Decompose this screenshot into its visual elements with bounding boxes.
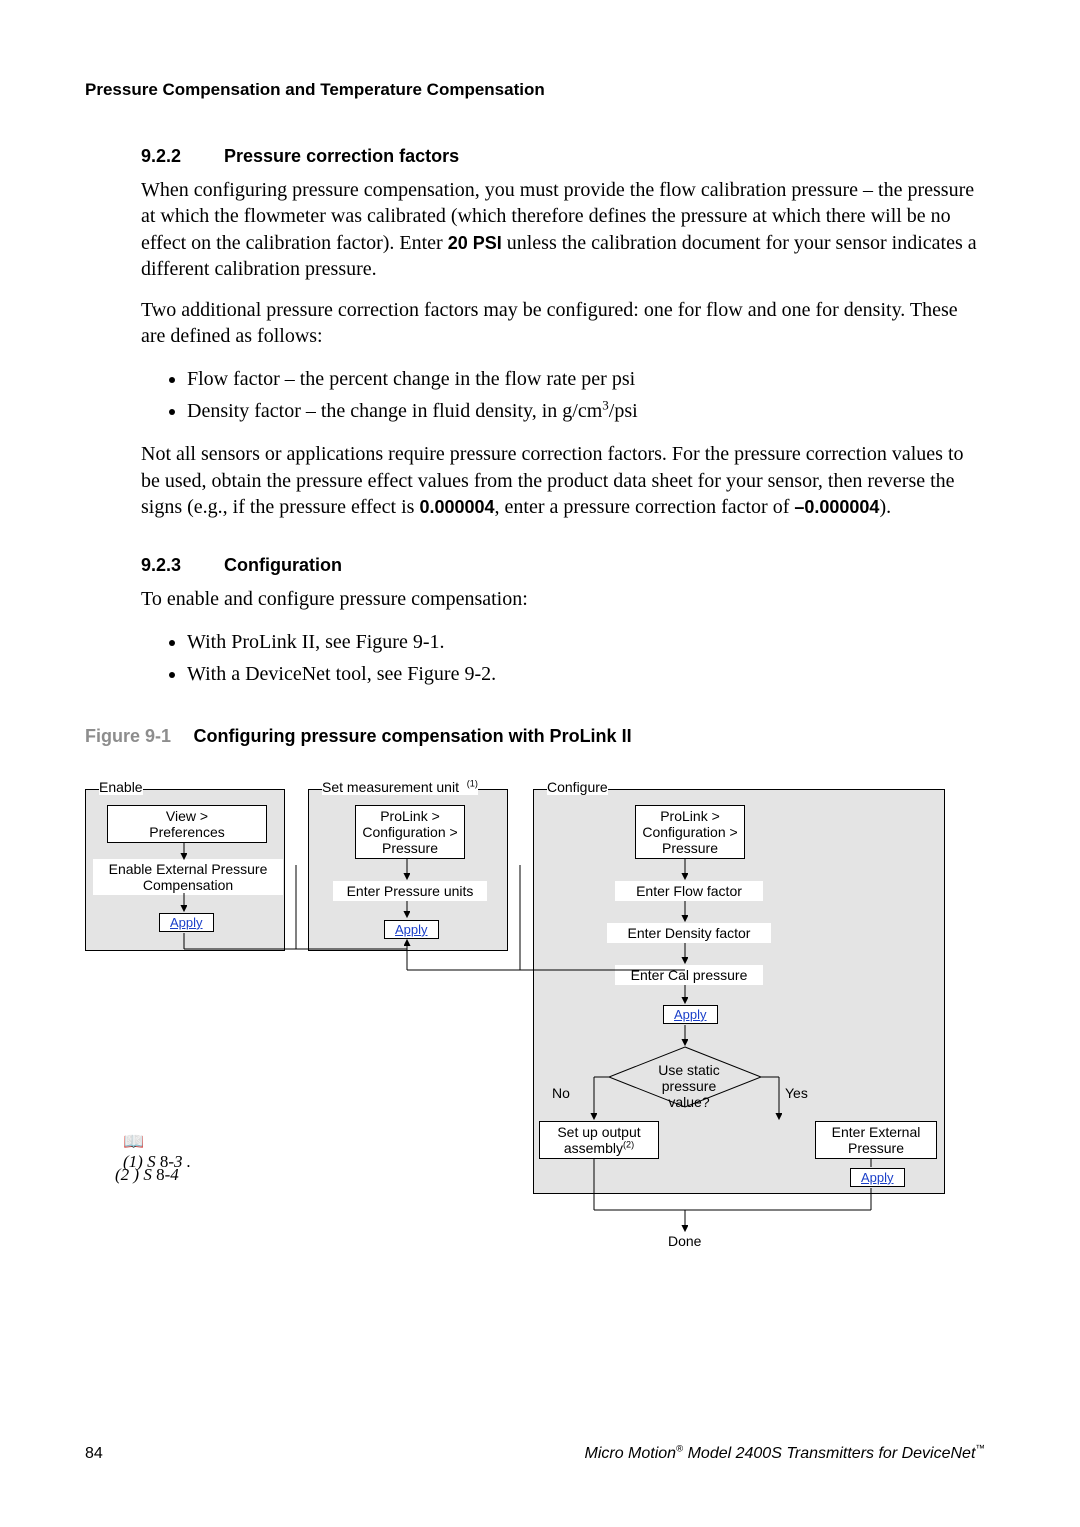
p-922-3: Not all sensors or applications require …: [141, 441, 985, 520]
list-923: With ProLink II, see Figure 9-1. With a …: [141, 626, 985, 690]
page-footer: 84 Micro Motion® Model 2400S Transmitter…: [85, 1445, 985, 1463]
list-922: Flow factor – the percent change in the …: [141, 363, 985, 427]
running-head: Pressure Compensation and Temperature Co…: [85, 80, 985, 100]
sectitle-923: Configuration: [224, 555, 342, 575]
li-devicenet: With a DeviceNet tool, see Figure 9-2.: [187, 658, 985, 690]
p-922-1: When configuring pressure compensation, …: [141, 177, 985, 283]
p-922-2: Two additional pressure correction facto…: [141, 297, 985, 350]
figure-caption: Figure 9-1 Configuring pressure compensa…: [85, 726, 985, 747]
flowchart: Enable Set measurement unit (1) Configur…: [85, 765, 985, 1265]
figure-label: Figure 9-1: [85, 726, 171, 746]
flowchart-lines: [85, 765, 985, 1265]
secnum-923: 9.2.3: [141, 555, 219, 576]
secnum-922: 9.2.2: [141, 146, 219, 167]
correction-value: –0.000004: [794, 497, 879, 517]
li-flow-factor: Flow factor – the percent change in the …: [187, 363, 985, 395]
li-prolink: With ProLink II, see Figure 9-1.: [187, 626, 985, 658]
p-923-1: To enable and configure pressure compens…: [141, 586, 985, 612]
li-density-factor: Density factor – the change in fluid den…: [187, 395, 985, 427]
figure-title: Configuring pressure compensation with P…: [194, 726, 632, 746]
page-number: 84: [85, 1445, 103, 1462]
product-line: Micro Motion® Model 2400S Transmitters f…: [584, 1445, 985, 1463]
heading-922: 9.2.2 Pressure correction factors: [141, 146, 985, 167]
sectitle-922: Pressure correction factors: [224, 146, 459, 166]
effect-value: 0.000004: [419, 497, 494, 517]
heading-923: 9.2.3 Configuration: [141, 555, 985, 576]
psi-value: 20 PSI: [448, 233, 502, 253]
